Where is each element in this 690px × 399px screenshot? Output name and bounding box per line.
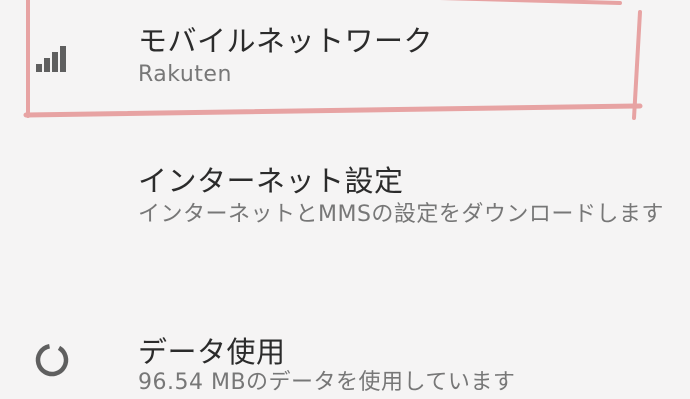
data-usage-title: データ使用 [138,335,286,369]
internet-settings-title: インターネット設定 [138,164,404,198]
signal-icon [36,46,66,72]
mobile-network-title: モバイルネットワーク [138,24,434,58]
mobile-network-carrier: Rakuten [138,62,232,87]
data-usage-amount: 96.54 MBのデータを使用しています [138,370,516,395]
settings-list: モバイルネットワーク Rakuten インターネット設定 インターネットとMMS… [0,0,690,395]
internet-settings-description: インターネットとMMSの設定をダウンロードします [138,202,664,227]
data-usage-icon [35,343,69,377]
